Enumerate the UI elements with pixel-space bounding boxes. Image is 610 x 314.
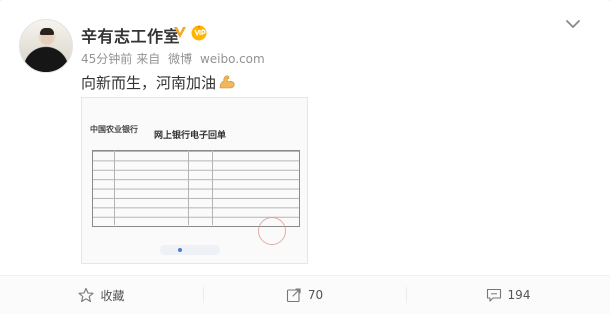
post-action-bar: 收藏 70 194 <box>0 275 610 314</box>
post-meta: 45分钟前 来自 微博 weibo.com <box>81 50 269 67</box>
repost-button[interactable]: 70 <box>203 276 406 314</box>
receipt-bank-name: 中国农业银行 <box>90 125 138 134</box>
receipt-table <box>92 150 300 227</box>
receipt-col-divider <box>188 150 189 225</box>
favorite-label: 收藏 <box>100 288 125 303</box>
author-avatar[interactable] <box>19 19 73 73</box>
flexed-biceps-icon <box>219 75 235 89</box>
author-name[interactable]: 辛有志工作室 <box>81 23 180 47</box>
favorite-button[interactable]: 收藏 <box>0 276 203 314</box>
verified-badge-icon <box>174 27 186 38</box>
chevron-down-icon[interactable] <box>563 16 583 32</box>
receipt-title: 网上银行电子回单 <box>154 131 227 141</box>
post-image-receipt[interactable]: 中国农业银行 网上银行电子回单 <box>81 97 308 264</box>
star-icon <box>78 287 95 303</box>
receipt-col-divider <box>114 150 115 225</box>
post-time[interactable]: 45分钟前 <box>81 52 132 66</box>
comment-count: 194 <box>507 288 531 302</box>
source-prefix: 来自 <box>136 52 161 66</box>
receipt-stamp <box>258 217 286 245</box>
source-site[interactable]: weibo.com <box>200 52 265 66</box>
comment-icon <box>486 288 501 302</box>
image-pager[interactable] <box>160 245 220 255</box>
repost-icon <box>286 288 301 303</box>
receipt-col-divider <box>212 150 213 225</box>
weibo-post-card: 辛有志工作室 45分钟前 来自 微博 weibo.com 向新而生，河南加油 中国… <box>0 0 610 314</box>
repost-count: 70 <box>307 288 324 302</box>
post-text: 向新而生，河南加油 <box>81 72 236 93</box>
comment-button[interactable]: 194 <box>406 276 610 314</box>
source-app[interactable]: 微博 <box>168 52 192 66</box>
post-text-content: 向新而生，河南加油 <box>81 74 217 92</box>
image-pager-dot[interactable] <box>178 248 182 252</box>
vip-member-icon[interactable] <box>190 24 208 41</box>
